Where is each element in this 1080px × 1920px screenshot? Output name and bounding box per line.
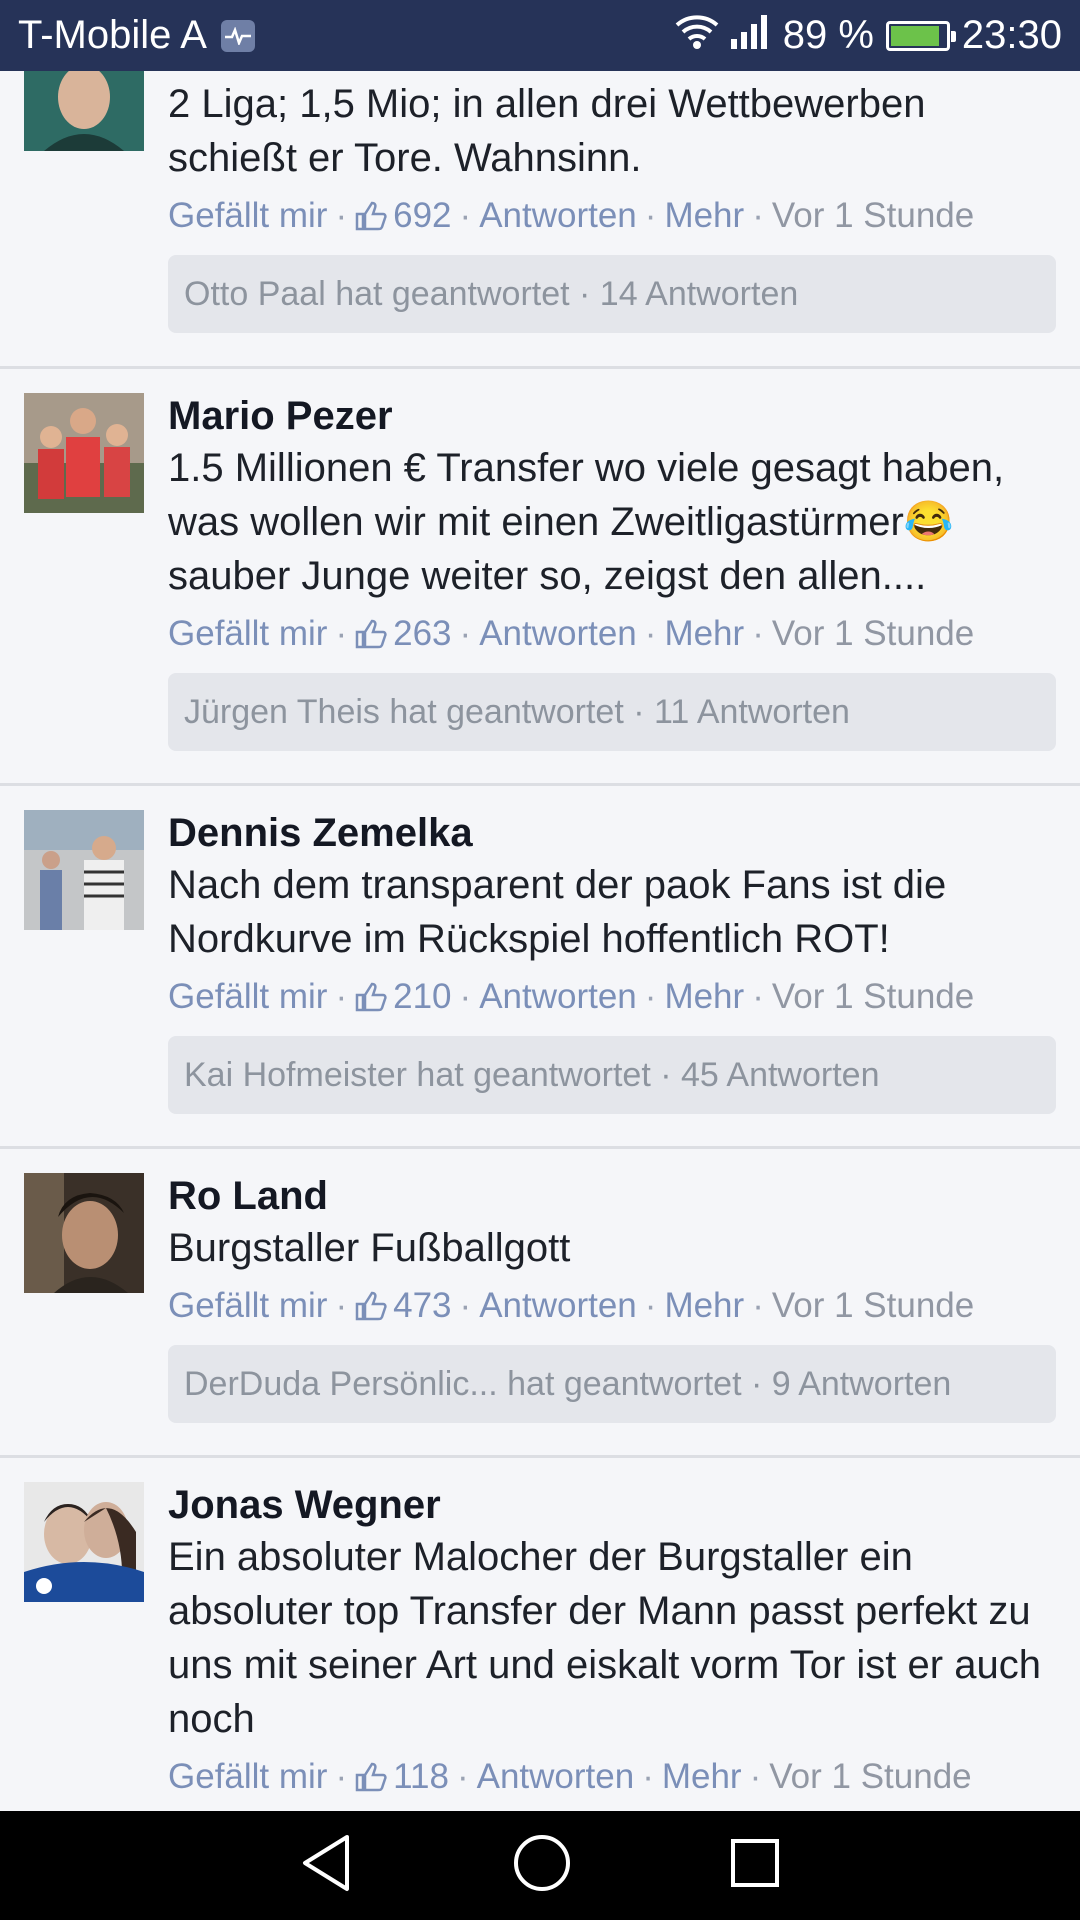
comment-author[interactable]: Dennis Zemelka [168, 808, 1056, 858]
like-button[interactable]: Gefällt mir [168, 1752, 327, 1802]
comment-actions: Gefällt mir · 473 · Antworten · Mehr · V… [168, 1281, 1056, 1331]
comment-item: Jonas Wegner Ein absoluter Malocher der … [0, 1458, 1080, 1802]
avatar[interactable] [24, 1482, 144, 1602]
like-count[interactable]: 263 [355, 609, 452, 659]
reply-button[interactable]: Antworten [479, 191, 637, 241]
like-button[interactable]: Gefällt mir [168, 609, 327, 659]
separator: · [459, 196, 472, 235]
separator: · [335, 977, 348, 1016]
heart-rate-icon [220, 19, 255, 52]
comment-feed[interactable]: 2 Liga; 1,5 Mio; in allen drei Wettbewer… [0, 71, 1080, 1811]
reply-button[interactable]: Antworten [479, 1281, 637, 1331]
battery-level [890, 25, 939, 46]
comment-text: 2 Liga; 1,5 Mio; in allen drei Wettbewer… [168, 82, 926, 180]
like-count-value: 210 [393, 977, 452, 1016]
separator: · [459, 1286, 472, 1325]
separator: · [335, 196, 348, 235]
like-count-value: 118 [393, 1757, 449, 1796]
separator: · [335, 614, 348, 653]
comment-author[interactable]: Mario Pezer [168, 391, 1056, 441]
reply-button[interactable]: Antworten [479, 609, 637, 659]
replies-preview[interactable]: Jürgen Theis hat geantwortet · 11 Antwor… [168, 673, 1056, 751]
avatar[interactable] [24, 71, 144, 151]
carrier-name: T-Mobile A [18, 13, 207, 57]
separator: · [335, 1286, 348, 1325]
comment-item: Dennis Zemelka Nach dem transparent der … [0, 786, 1080, 1149]
separator: · [644, 614, 657, 653]
separator: · [749, 1757, 762, 1796]
avatar[interactable] [24, 1173, 144, 1293]
more-button[interactable]: Mehr [664, 609, 744, 659]
avatar[interactable] [24, 810, 144, 930]
separator: · [752, 614, 764, 653]
like-count[interactable]: 692 [355, 191, 452, 241]
back-icon[interactable] [299, 1833, 355, 1898]
comment-author[interactable]: Jonas Wegner [168, 1480, 1056, 1530]
separator: · [459, 977, 472, 1016]
battery-icon [885, 20, 956, 51]
timestamp: Vor 1 Stunde [771, 614, 975, 653]
timestamp: Vor 1 Stunde [769, 1757, 972, 1796]
separator: · [459, 614, 472, 653]
comment-actions: Gefällt mir · 263 · Antworten · Mehr · V… [168, 609, 1056, 659]
separator: · [456, 1757, 469, 1796]
comment-actions: Gefällt mir · 210 · Antworten · Mehr · V… [168, 972, 1056, 1022]
comment-text: 1.5 Millionen € Transfer wo viele gesagt… [168, 446, 1005, 598]
recents-icon[interactable] [729, 1837, 781, 1894]
comment-text: Burgstaller Fußballgott [168, 1226, 571, 1270]
thumbs-up-icon [355, 1291, 387, 1321]
signal-icon [730, 13, 771, 59]
comment-text: Nach dem transparent der paok Fans ist d… [168, 863, 947, 961]
like-button[interactable]: Gefällt mir [168, 972, 327, 1022]
thumbs-up-icon [355, 982, 387, 1012]
separator: · [752, 196, 764, 235]
thumbs-up-icon [355, 1762, 387, 1792]
timestamp: Vor 1 Stunde [771, 977, 975, 1016]
avatar[interactable] [24, 393, 144, 513]
like-count[interactable]: 118 [355, 1752, 449, 1802]
comment-text: Ein absoluter Malocher der Burgstaller e… [168, 1535, 1041, 1741]
separator: · [752, 977, 764, 1016]
replies-preview[interactable]: Otto Paal hat geantwortet · 14 Antworten [168, 255, 1056, 333]
like-count[interactable]: 210 [355, 972, 452, 1022]
clock: 23:30 [961, 13, 1062, 57]
wifi-icon [675, 13, 719, 59]
thumbs-up-icon [355, 201, 387, 231]
comment-actions: Gefällt mir · 692 · Antworten · Mehr · V… [168, 191, 1056, 241]
status-bar: T-Mobile A 89 % 23:30 [0, 0, 1080, 71]
thumbs-up-icon [355, 619, 387, 649]
like-count-value: 263 [393, 614, 452, 653]
replies-preview[interactable]: DerDuda Persönlic... hat geantwortet · 9… [168, 1345, 1056, 1423]
like-button[interactable]: Gefällt mir [168, 191, 327, 241]
home-icon[interactable] [512, 1833, 572, 1898]
comment-author[interactable]: Ro Land [168, 1171, 1056, 1221]
timestamp: Vor 1 Stunde [771, 1286, 975, 1325]
comment-item: Mario Pezer 1.5 Millionen € Transfer wo … [0, 369, 1080, 786]
separator: · [752, 1286, 764, 1325]
reply-button[interactable]: Antworten [477, 1752, 635, 1802]
more-button[interactable]: Mehr [662, 1752, 742, 1802]
timestamp: Vor 1 Stunde [771, 196, 975, 235]
like-count-value: 692 [393, 196, 452, 235]
separator: · [644, 977, 657, 1016]
separator: · [335, 1757, 348, 1796]
more-button[interactable]: Mehr [664, 191, 744, 241]
like-count-value: 473 [393, 1286, 452, 1325]
comment-item: 2 Liga; 1,5 Mio; in allen drei Wettbewer… [0, 71, 1080, 369]
more-button[interactable]: Mehr [664, 972, 744, 1022]
battery-percent: 89 % [782, 13, 874, 57]
replies-preview[interactable]: Kai Hofmeister hat geantwortet · 45 Antw… [168, 1036, 1056, 1114]
separator: · [642, 1757, 654, 1796]
status-right: 89 % 23:30 [675, 13, 1062, 59]
separator: · [644, 1286, 657, 1325]
more-button[interactable]: Mehr [664, 1281, 744, 1331]
comment-item: Ro Land Burgstaller Fußballgott Gefällt … [0, 1149, 1080, 1458]
reply-button[interactable]: Antworten [479, 972, 637, 1022]
comment-actions: Gefällt mir · 118 · Antworten · Mehr · V… [168, 1752, 1056, 1802]
like-count[interactable]: 473 [355, 1281, 452, 1331]
separator: · [644, 196, 657, 235]
like-button[interactable]: Gefällt mir [168, 1281, 327, 1331]
carrier-group: T-Mobile A [18, 13, 255, 58]
system-nav-bar [0, 1811, 1080, 1920]
